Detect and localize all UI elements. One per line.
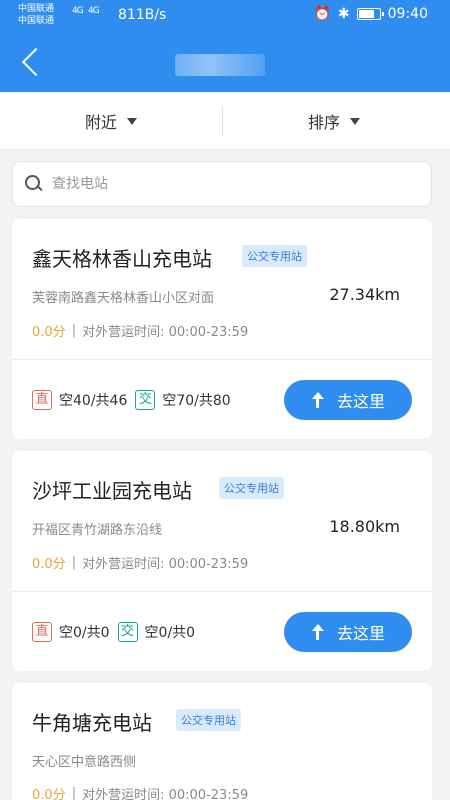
ac-badge: 交 [135,390,156,410]
station-address: 天心区中意路西侧 [32,755,137,770]
carrier-labels: 中国联通 中国联通 [18,3,54,27]
arrow-up-icon [311,392,325,408]
card-divider [12,591,432,592]
app-bar [0,32,450,92]
arrow-up-icon [311,624,325,640]
alarm-icon: ⏰ [313,6,331,22]
station-name: 沙坪工业园充电站 [32,479,192,503]
navigate-label: 去这里 [336,392,385,411]
filter-nearby-label: 附近 [84,113,117,132]
network-type-2: 4G [88,6,100,16]
operating-hours: 对外营运时间: 00:00-23:59 [82,325,249,340]
dc-badge: 直 [32,622,52,642]
station-distance: 27.34km [329,285,400,304]
station-card[interactable]: 牛角塘充电站 公交专用站 天心区中意路西侧 0.0分 | 对外营运时间: 00:… [12,683,432,800]
card-divider [12,359,432,360]
station-address: 开福区青竹湖路东沿线 [32,523,163,538]
rating-line: 0.0分 | 对外营运时间: 00:00-23:59 [32,784,248,800]
caret-down-icon [127,117,137,125]
rating-line: 0.0分 | 对外营运时间: 00:00-23:59 [32,321,248,340]
filter-sort-label: 排序 [307,113,340,132]
search-input[interactable] [52,176,412,192]
charger-availability: 直 空40/共46 交 空70/共80 [32,390,239,410]
filter-bar: 附近 排序 [0,92,450,150]
separator: | [71,786,77,800]
dc-badge: 直 [32,390,52,410]
status-icons: ⏰ ✱ 09:40 [313,6,428,22]
carrier-1: 中国联通 [18,4,55,14]
clock: 09:40 [387,6,428,22]
search-box[interactable] [12,161,432,207]
bluetooth-icon: ✱ [337,6,350,22]
station-card[interactable]: 鑫天格林香山充电站 公交专用站 芙蓉南路鑫天格林香山小区对面 27.34km 0… [12,219,432,439]
station-address: 芙蓉南路鑫天格林香山小区对面 [32,291,215,306]
operating-hours: 对外营运时间: 00:00-23:59 [82,788,249,800]
station-tag: 公交专用站 [242,245,307,267]
station-tag: 公交专用站 [176,709,241,731]
battery-level [358,10,374,18]
search-icon [25,175,43,193]
separator: | [71,323,77,338]
station-tag: 公交专用站 [219,477,284,499]
station-card[interactable]: 沙坪工业园充电站 公交专用站 开福区青竹湖路东沿线 18.80km 0.0分 |… [12,451,432,671]
station-score: 0.0分 [32,325,66,340]
navigate-button[interactable]: 去这里 [284,380,412,420]
charger-availability: 直 空0/共0 交 空0/共0 [32,622,203,642]
operating-hours: 对外营运时间: 00:00-23:59 [82,557,249,572]
station-score: 0.0分 [32,557,66,572]
network-type-1: 4G [72,6,84,16]
status-bar: 中国联通 中国联通 4G 4G 811B/s ⏰ ✱ 09:40 [0,0,450,32]
page-title-obscured [175,54,265,76]
caret-down-icon [350,117,360,125]
network-speed: 811B/s [118,7,167,23]
separator: | [71,555,77,570]
navigate-button[interactable]: 去这里 [284,612,412,652]
filter-nearby-dropdown[interactable]: 附近 [0,92,222,150]
ac-badge: 交 [117,622,138,642]
battery-icon [356,8,384,20]
carrier-2: 中国联通 [18,16,55,26]
ac-availability: 空70/共80 [162,393,231,409]
station-score: 0.0分 [32,788,66,800]
navigate-label: 去这里 [336,624,385,643]
station-name: 牛角塘充电站 [32,711,152,735]
station-name: 鑫天格林香山充电站 [32,247,212,271]
dc-availability: 空0/共0 [59,625,110,641]
ac-availability: 空0/共0 [144,625,196,641]
back-button[interactable] [14,44,50,80]
dc-availability: 空40/共46 [59,393,128,409]
filter-sort-dropdown[interactable]: 排序 [223,92,445,150]
rating-line: 0.0分 | 对外营运时间: 00:00-23:59 [32,553,248,572]
station-distance: 18.80km [329,517,400,536]
